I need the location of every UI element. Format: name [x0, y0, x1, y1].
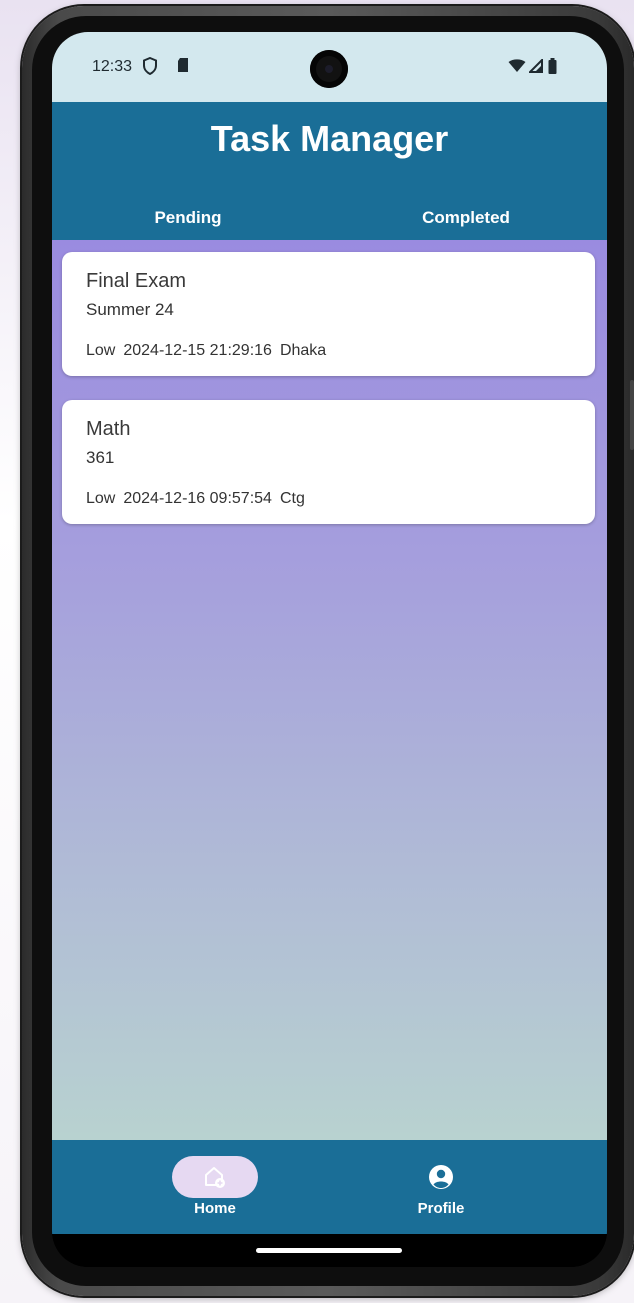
front-camera: [310, 50, 348, 88]
task-priority: Low: [86, 490, 116, 507]
status-bar: 12:33: [52, 32, 607, 102]
signal-icon: [527, 57, 543, 78]
wifi-icon: [508, 59, 526, 78]
home-add-icon: [202, 1164, 228, 1195]
task-list: Final Exam Summer 24 Low 2024-12-15 21:29…: [52, 240, 607, 1140]
page-title: Task Manager: [210, 118, 449, 159]
task-meta: Low 2024-12-16 09:57:54 Ctg: [86, 490, 313, 508]
nav-label-home: Home: [194, 1200, 236, 1217]
sd-card-icon: [176, 57, 190, 78]
task-datetime: 2024-12-16 09:57:54: [123, 490, 272, 507]
status-time: 12:33: [92, 58, 133, 75]
battery-icon: [548, 58, 557, 79]
nav-label-profile: Profile: [417, 1200, 465, 1217]
task-meta: Low 2024-12-15 21:29:16 Dhaka: [86, 342, 334, 360]
device-screen: 12:33 Task Manager Pending Completed Fin…: [52, 32, 607, 1267]
task-priority: Low: [86, 342, 116, 359]
task-location: Dhaka: [279, 342, 327, 359]
task-card[interactable]: Math 361 Low 2024-12-16 09:57:54 Ctg: [62, 400, 595, 524]
task-location: Ctg: [279, 490, 305, 507]
task-title: Math: [86, 418, 131, 440]
task-description: Summer 24: [86, 300, 174, 319]
task-description: 361: [86, 448, 115, 467]
gesture-area: [52, 1234, 607, 1267]
home-gesture-bar[interactable]: [256, 1248, 402, 1253]
task-card[interactable]: Final Exam Summer 24 Low 2024-12-15 21:29…: [62, 252, 595, 376]
tab-completed[interactable]: Completed: [370, 208, 562, 228]
account-circle-icon: [428, 1164, 454, 1195]
power-button: [630, 380, 634, 450]
shield-icon: [142, 56, 158, 80]
bottom-navigation: Home Profile: [52, 1140, 607, 1234]
task-datetime: 2024-12-15 21:29:16: [123, 342, 272, 359]
task-title: Final Exam: [86, 270, 187, 292]
tab-pending[interactable]: Pending: [92, 208, 284, 228]
